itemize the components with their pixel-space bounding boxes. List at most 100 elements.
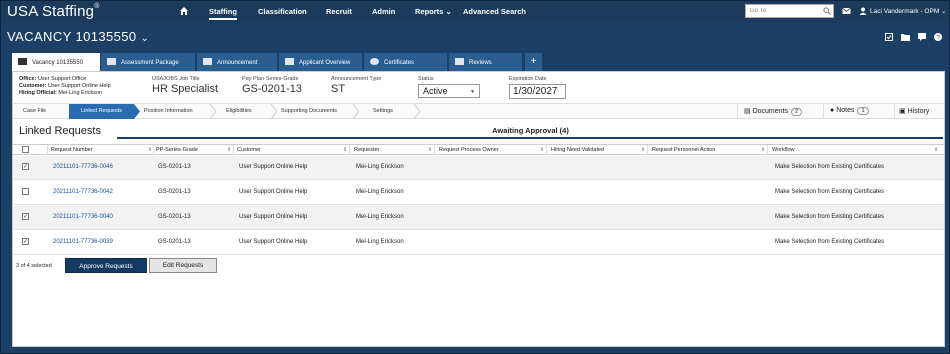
customer-cell: User Support Online Help	[239, 164, 308, 170]
nav-reports[interactable]: Reports ⌄	[415, 7, 452, 16]
user-name: Laci Vandermark - OPM	[870, 8, 940, 15]
step-arrow-icon	[271, 104, 277, 119]
expiration-date-input[interactable]: 1/30/2027	[509, 84, 566, 99]
user-icon	[859, 7, 867, 15]
step-supporting-documents[interactable]: Supporting Documents	[281, 104, 361, 119]
sort-icon[interactable]: ⇕	[761, 147, 765, 153]
col-workflow[interactable]: Workflow	[772, 147, 795, 153]
customer-cell: User Support Online Help	[239, 189, 308, 195]
nav-classification[interactable]: Classification	[258, 7, 307, 16]
workflow-steps: Case File Linked Requests Position Infor…	[13, 103, 944, 119]
sort-icon[interactable]: ⇕	[540, 147, 544, 153]
hiring-official-value: Mei-Ling Erickson	[58, 90, 103, 96]
tab-vacancy[interactable]: Vacancy 10135550	[12, 53, 100, 73]
request-number-link[interactable]: 20211101-77736-0046	[53, 164, 113, 170]
table-row[interactable]: 20211101-77736-0042 GS-0201-13 User Supp…	[13, 181, 944, 205]
printer-icon: ▣	[899, 108, 906, 115]
step-linked-requests[interactable]: Linked Requests	[69, 104, 134, 119]
status-select[interactable]: Active ▼	[418, 84, 480, 98]
select-all-checkbox[interactable]	[22, 146, 29, 153]
table-row[interactable]: ✓ 20211101-77736-0046 GS-0201-13 User Su…	[13, 156, 944, 180]
step-eligibilities-label: Eligibilities	[226, 108, 252, 114]
tab-announcement-label: Announcement	[217, 60, 258, 66]
step-arrow-icon	[134, 104, 140, 119]
nav-admin[interactable]: Admin	[372, 7, 395, 16]
top-nav: USA Staffing® Staffing Classification Re…	[1, 1, 949, 23]
sort-icon[interactable]: ⇕	[428, 147, 432, 153]
awaiting-approval-tab[interactable]: Awaiting Approval (4)	[119, 126, 942, 135]
folder-icon[interactable]	[901, 33, 910, 41]
row-checkbox[interactable]: ✓	[22, 238, 29, 245]
mail-icon[interactable]	[842, 7, 851, 15]
home-icon[interactable]	[179, 6, 189, 16]
request-number-link[interactable]: 20211101-77736-0040	[53, 214, 113, 220]
table-row[interactable]: ✓ 20211101-77736-0040 GS-0201-13 User Su…	[13, 206, 944, 230]
status-label: Status	[418, 76, 434, 82]
row-checkbox[interactable]	[22, 188, 29, 195]
row-checkbox[interactable]: ✓	[22, 163, 29, 170]
documents-tab[interactable]: ▤ Documents 2	[737, 104, 822, 119]
column-divider	[47, 145, 48, 155]
edit-requests-button[interactable]: Edit Requests	[149, 258, 217, 273]
tab-assessment-package[interactable]: Assessment Package	[101, 53, 195, 71]
linked-requests-title: Linked Requests	[19, 125, 101, 137]
pps-label: Pay Plan-Series-Grade	[242, 76, 299, 82]
tab-applicant-overview[interactable]: Applicant Overview	[279, 53, 362, 71]
step-case-file[interactable]: Case File	[23, 104, 73, 119]
comment-icon[interactable]	[918, 33, 926, 41]
vacancy-title[interactable]: VACANCY 10135550 ⌄	[7, 29, 149, 44]
tab-vacancy-label: Vacancy 10135550	[32, 60, 83, 66]
request-number-link[interactable]: 20211101-77736-0039	[53, 239, 113, 245]
notes-count: 1	[857, 107, 869, 115]
history-tab[interactable]: ▣ History	[894, 104, 944, 119]
col-hiring-need-validated[interactable]: Hiring Need Validated	[551, 147, 604, 153]
help-icon[interactable]: ?	[934, 33, 942, 41]
pp-series-grade-cell: GS-0201-13	[158, 189, 191, 195]
step-settings[interactable]: Settings	[373, 104, 413, 119]
sort-icon[interactable]: ⇕	[227, 147, 231, 153]
checklist-icon[interactable]	[885, 33, 893, 41]
nav-recruit[interactable]: Recruit	[326, 7, 352, 16]
documents-count: 2	[790, 108, 803, 116]
add-tab-button[interactable]: +	[525, 53, 542, 71]
request-number-link[interactable]: 20211101-77736-0042	[53, 189, 113, 195]
notes-tab[interactable]: ● Notes 1	[823, 104, 893, 119]
col-request-number[interactable]: Request Number	[51, 147, 93, 153]
announcement-type-field: Announcement Type ST	[331, 76, 381, 95]
expiration-field: Expiration Date 1/30/2027	[509, 76, 566, 99]
history-label: History	[907, 108, 930, 115]
document-icon: ▤	[744, 108, 751, 115]
documents-label: Documents	[752, 108, 788, 115]
selection-count: 3 of 4 selected	[16, 263, 52, 269]
tab-announcement[interactable]: Announcement	[197, 53, 277, 71]
tab-assessment-package-label: Assessment Package	[121, 60, 179, 66]
step-eligibilities[interactable]: Eligibilities	[226, 104, 276, 119]
vacancy-summary: Office: User Support Office Customer: Us…	[19, 76, 111, 97]
brand-logo[interactable]: USA Staffing®	[7, 3, 100, 20]
col-request-personnel-action[interactable]: Request Personnel Action	[652, 147, 715, 153]
approve-requests-button[interactable]: Approve Requests	[65, 258, 147, 273]
sort-icon[interactable]: ⇕	[148, 147, 152, 153]
search-icon[interactable]	[823, 7, 831, 15]
tab-reviews[interactable]: Reviews	[449, 53, 522, 71]
step-settings-label: Settings	[373, 108, 393, 114]
document-icon	[107, 58, 116, 65]
col-customer[interactable]: Customer	[237, 147, 261, 153]
step-arrow-icon	[353, 104, 359, 119]
sort-icon[interactable]: ⇕	[343, 147, 347, 153]
goto-input[interactable]	[745, 4, 834, 18]
customer-cell: User Support Online Help	[239, 214, 308, 220]
sort-icon[interactable]: ⇕	[641, 147, 645, 153]
nav-staffing[interactable]: Staffing	[209, 7, 237, 20]
tab-certificates[interactable]: Certificates	[364, 53, 447, 71]
user-menu[interactable]: Laci Vandermark - OPM ⌄	[870, 7, 947, 15]
col-pp-series-grade[interactable]: PP-Series-Grade	[156, 147, 198, 153]
row-checkbox[interactable]: ✓	[22, 213, 29, 220]
step-position-information[interactable]: Position Information	[144, 104, 216, 119]
col-request-process-owner[interactable]: Request Process Owner	[439, 147, 499, 153]
table-row[interactable]: ✓ 20211101-77736-0039 GS-0201-13 User Su…	[13, 231, 944, 255]
hiring-official-label: Hiring Official:	[19, 90, 57, 96]
sort-icon[interactable]: ⇕	[934, 147, 938, 153]
col-requester[interactable]: Requester	[354, 147, 379, 153]
nav-advanced-search[interactable]: Advanced Search	[463, 7, 526, 16]
